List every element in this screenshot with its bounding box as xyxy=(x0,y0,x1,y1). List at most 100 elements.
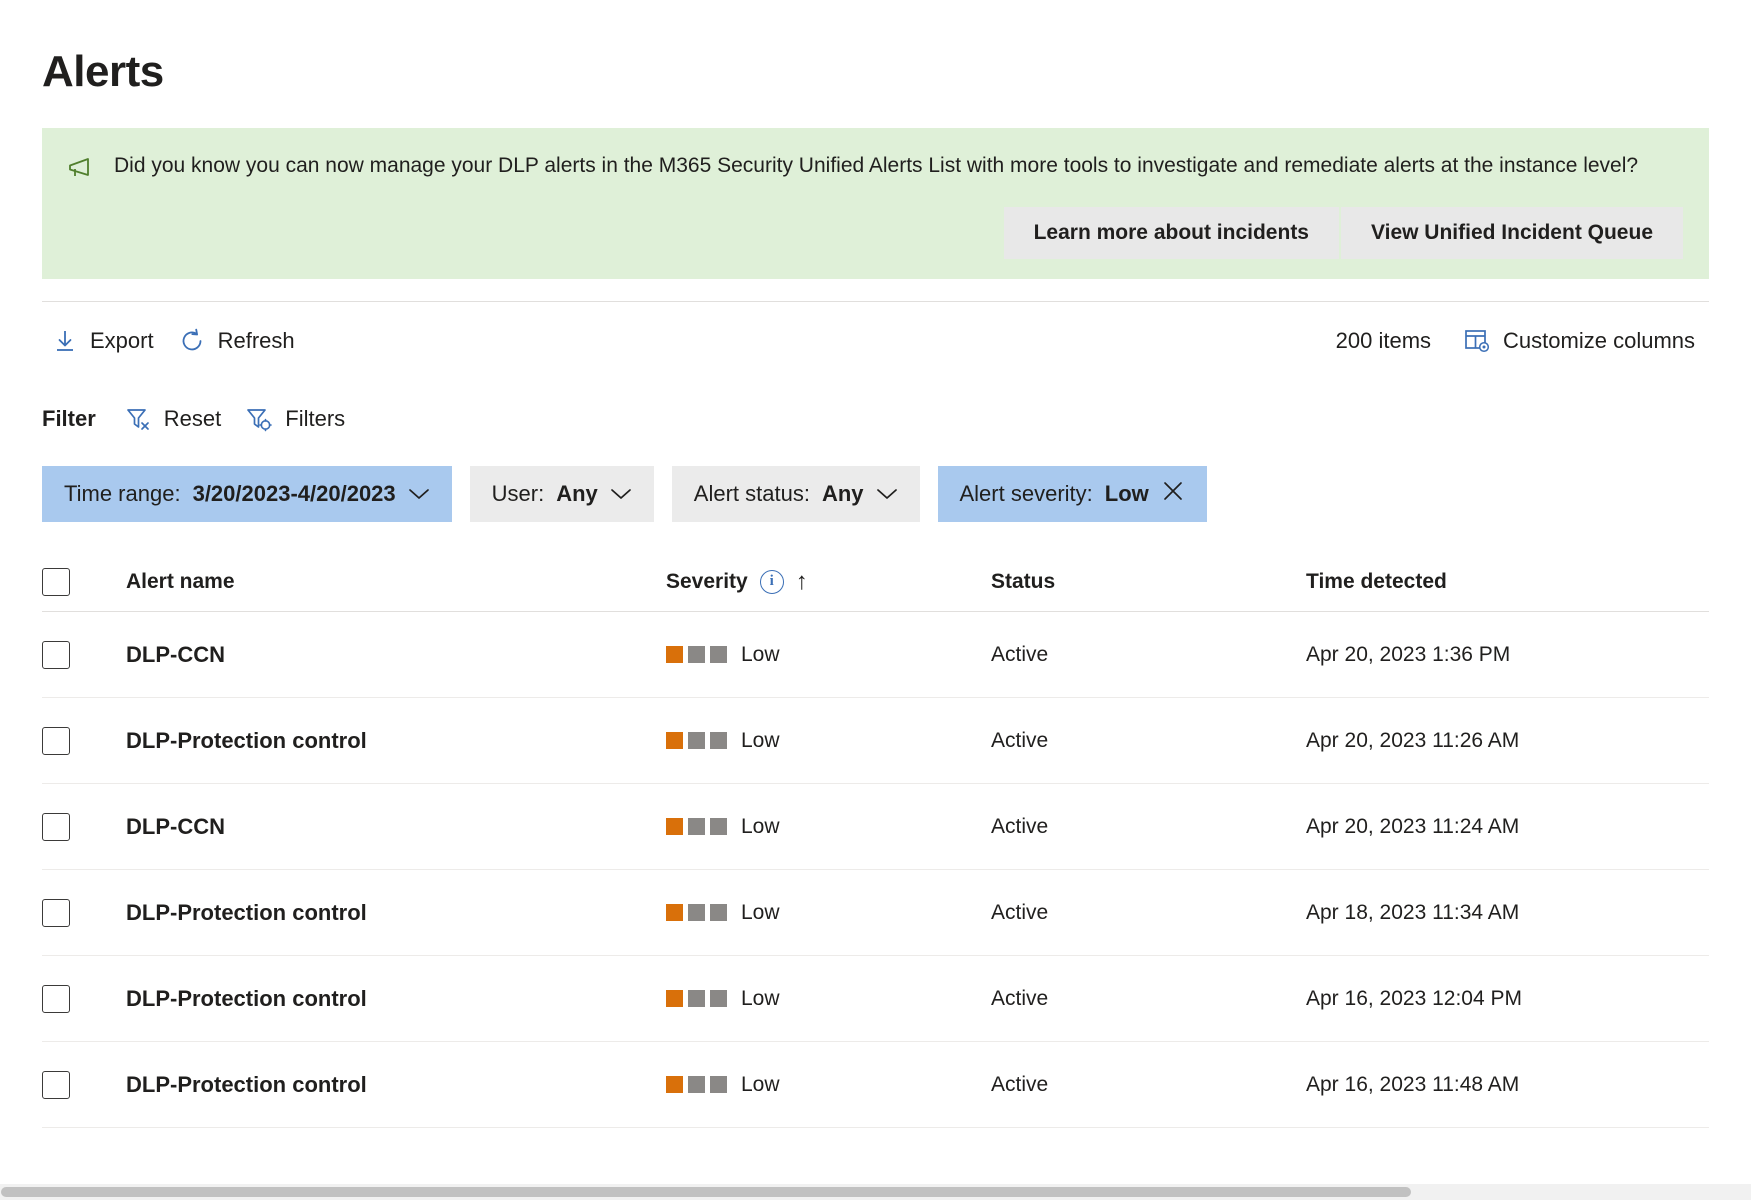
row-checkbox[interactable] xyxy=(42,898,70,927)
export-label: Export xyxy=(90,328,154,353)
view-unified-incident-queue-button[interactable]: View Unified Incident Queue xyxy=(1341,207,1683,259)
horizontal-scrollbar[interactable] xyxy=(0,1184,1751,1200)
cell-alert-name: DLP-Protection control xyxy=(126,985,367,1011)
cell-status: Active xyxy=(991,986,1049,1010)
filter-bar: Filter Reset Filters xyxy=(42,390,1709,448)
alerts-table: Alert name Severity i ↑ Status Time dete… xyxy=(42,552,1709,1128)
table-row[interactable]: DLP-Protection control Low Active Apr 16… xyxy=(42,956,1709,1042)
column-header-alert-name[interactable]: Alert name xyxy=(126,570,666,594)
cell-severity: Low xyxy=(666,901,991,925)
column-header-alert-name-label: Alert name xyxy=(126,569,235,593)
filter-label: Filter xyxy=(42,406,96,431)
severity-label: Low xyxy=(741,728,780,752)
reset-label: Reset xyxy=(163,406,222,431)
row-select-cell xyxy=(42,726,126,755)
row-select-cell xyxy=(42,812,126,841)
severity-indicator-icon xyxy=(666,904,727,921)
cell-time-detected: Apr 16, 2023 11:48 AM xyxy=(1306,1072,1520,1096)
customize-columns-button[interactable]: Customize columns xyxy=(1453,322,1709,360)
chevron-down-icon[interactable] xyxy=(610,481,632,507)
severity-indicator-icon xyxy=(666,646,727,663)
cell-time-detected: Apr 18, 2023 11:34 AM xyxy=(1306,900,1520,924)
filter-reset-icon xyxy=(124,405,152,433)
info-icon[interactable]: i xyxy=(759,569,784,594)
chevron-down-icon[interactable] xyxy=(876,481,898,507)
close-icon[interactable] xyxy=(1161,479,1185,509)
severity-label: Low xyxy=(741,986,780,1010)
row-checkbox[interactable] xyxy=(42,984,70,1013)
table-row[interactable]: DLP-CCN Low Active Apr 20, 2023 11:24 AM xyxy=(42,784,1709,870)
filter-pill-alert-severity[interactable]: Alert severity: Low xyxy=(937,466,1207,522)
severity-indicator-icon xyxy=(666,732,727,749)
refresh-icon xyxy=(178,327,206,355)
cell-alert-name: DLP-CCN xyxy=(126,813,225,839)
column-header-time-detected[interactable]: Time detected xyxy=(1306,570,1709,594)
filter-pill-user[interactable]: User: Any xyxy=(469,466,654,522)
column-header-status-label: Status xyxy=(991,569,1056,593)
severity-label: Low xyxy=(741,1072,780,1096)
command-bar: Export Refresh 200 items Customize colum… xyxy=(42,310,1709,372)
row-select-cell xyxy=(42,984,126,1013)
row-checkbox[interactable] xyxy=(42,1070,70,1099)
filter-pill-alert-status-key: Alert status: xyxy=(693,481,810,506)
filter-pill-alert-status[interactable]: Alert status: Any xyxy=(671,466,920,522)
filter-pill-user-key: User: xyxy=(491,481,545,506)
row-select-cell xyxy=(42,640,126,669)
cell-alert-name: DLP-Protection control xyxy=(126,727,367,753)
banner-message: Did you know you can now manage your DLP… xyxy=(114,154,1639,177)
table-header-row: Alert name Severity i ↑ Status Time dete… xyxy=(42,552,1709,612)
chevron-down-icon[interactable] xyxy=(408,481,430,507)
column-header-time-detected-label: Time detected xyxy=(1306,569,1447,593)
table-row[interactable]: DLP-CCN Low Active Apr 20, 2023 1:36 PM xyxy=(42,612,1709,698)
row-select-cell xyxy=(42,898,126,927)
reset-filters-button[interactable]: Reset xyxy=(114,399,235,439)
severity-label: Low xyxy=(741,814,780,838)
row-checkbox[interactable] xyxy=(42,812,70,841)
severity-indicator-icon xyxy=(666,818,727,835)
customize-columns-label: Customize columns xyxy=(1503,328,1695,353)
row-checkbox[interactable] xyxy=(42,640,70,669)
filter-pill-alert-status-value: Any xyxy=(821,481,864,506)
table-row[interactable]: DLP-Protection control Low Active Apr 16… xyxy=(42,1042,1709,1128)
filters-button[interactable]: Filters xyxy=(235,399,359,439)
banner-divider xyxy=(42,301,1709,302)
cell-alert-name: DLP-CCN xyxy=(126,641,225,667)
cell-severity: Low xyxy=(666,643,991,667)
cell-severity: Low xyxy=(666,729,991,753)
horizontal-scrollbar-thumb[interactable] xyxy=(1,1187,1411,1197)
columns-icon xyxy=(1463,328,1491,354)
table-row[interactable]: DLP-Protection control Low Active Apr 20… xyxy=(42,698,1709,784)
filter-pill-time-range-value: 3/20/2023-4/20/2023 xyxy=(192,481,396,506)
export-button[interactable]: Export xyxy=(42,322,168,360)
cell-alert-name: DLP-Protection control xyxy=(126,1071,367,1097)
select-all-checkbox[interactable] xyxy=(42,567,70,596)
cell-status: Active xyxy=(991,900,1049,924)
cell-severity: Low xyxy=(666,1073,991,1097)
sort-ascending-icon[interactable]: ↑ xyxy=(796,569,808,594)
column-header-severity[interactable]: Severity i ↑ xyxy=(666,569,991,594)
row-select-cell xyxy=(42,1070,126,1099)
filter-pill-user-value: Any xyxy=(556,481,598,506)
cell-severity: Low xyxy=(666,815,991,839)
table-row[interactable]: DLP-Protection control Low Active Apr 18… xyxy=(42,870,1709,956)
column-header-status[interactable]: Status xyxy=(991,570,1306,594)
page-title: Alerts xyxy=(42,47,164,96)
refresh-label: Refresh xyxy=(217,328,295,353)
download-icon xyxy=(52,328,78,354)
severity-indicator-icon xyxy=(666,1076,727,1093)
cell-status: Active xyxy=(991,642,1049,666)
filter-pill-time-range[interactable]: Time range: 3/20/2023-4/20/2023 xyxy=(42,466,452,522)
severity-label: Low xyxy=(741,642,780,666)
filter-settings-icon xyxy=(245,405,273,433)
learn-more-about-incidents-button[interactable]: Learn more about incidents xyxy=(1003,207,1339,259)
cell-alert-name: DLP-Protection control xyxy=(126,899,367,925)
cell-time-detected: Apr 16, 2023 12:04 PM xyxy=(1306,986,1522,1010)
dlp-info-banner: Did you know you can now manage your DLP… xyxy=(42,128,1709,279)
cell-time-detected: Apr 20, 2023 11:26 AM xyxy=(1306,728,1520,752)
refresh-button[interactable]: Refresh xyxy=(168,321,309,361)
filter-pill-alert-severity-key: Alert severity: xyxy=(959,481,1093,506)
cell-status: Active xyxy=(991,814,1049,838)
severity-indicator-icon xyxy=(666,990,727,1007)
column-header-severity-label: Severity xyxy=(666,569,748,593)
row-checkbox[interactable] xyxy=(42,726,70,755)
